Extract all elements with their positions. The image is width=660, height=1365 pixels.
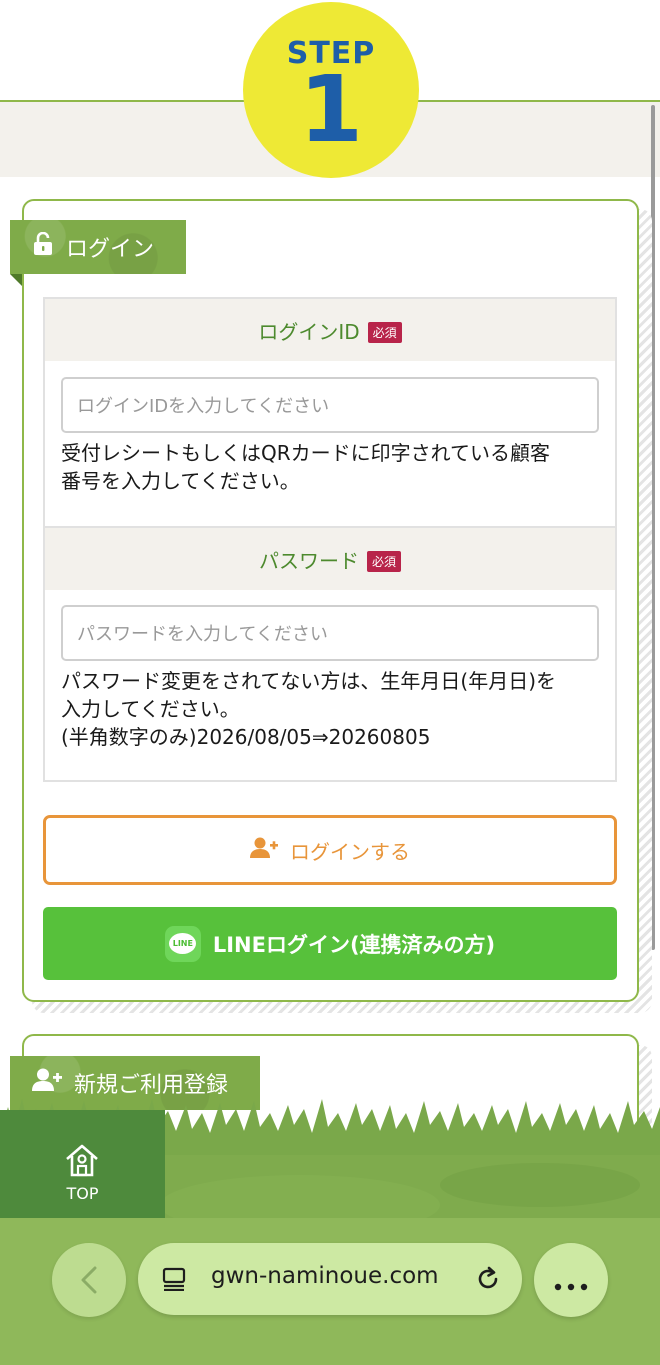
add-user-icon xyxy=(32,1068,62,1098)
back-arrow-icon xyxy=(78,1265,100,1299)
tabs-icon xyxy=(162,1267,188,1295)
top-button[interactable]: TOP xyxy=(0,1110,165,1218)
login-tag: ログイン xyxy=(10,220,186,274)
line-logo-text: LINE xyxy=(169,933,197,954)
login-id-header: ログインID 必須 xyxy=(45,299,615,361)
tag-fold xyxy=(10,274,22,286)
login-tag-label: ログイン xyxy=(66,237,155,262)
password-input[interactable]: パスワードを入力してください xyxy=(61,605,599,661)
login-id-placeholder: ログインIDを入力してください xyxy=(77,396,330,417)
login-button-label: ログインする xyxy=(290,839,410,864)
password-note-line2: 入力してください。 xyxy=(61,697,240,721)
line-login-button[interactable]: LINE LINEログイン(連携済みの方) xyxy=(43,907,617,980)
unlock-icon xyxy=(32,231,54,262)
required-badge: 必須 xyxy=(366,550,401,572)
back-button[interactable] xyxy=(52,1243,126,1317)
step-badge: STEP 1 xyxy=(243,2,419,178)
password-note-line1: パスワード変更をされてない方は、生年月日(年月日)を xyxy=(61,669,557,693)
password-note: パスワード変更をされてない方は、生年月日(年月日)を 入力してください。 (半角… xyxy=(61,667,601,751)
required-badge: 必須 xyxy=(367,321,402,343)
home-icon xyxy=(64,1142,100,1182)
login-id-label: ログインID xyxy=(258,319,360,344)
reload-icon[interactable] xyxy=(474,1265,502,1297)
login-id-note-line2: 番号を入力してください。 xyxy=(61,469,300,493)
login-button[interactable]: ログインする xyxy=(43,815,617,885)
top-button-label: TOP xyxy=(66,1184,99,1203)
line-logo-icon: LINE xyxy=(164,925,201,962)
add-user-icon xyxy=(250,837,278,864)
url-text: gwn-naminoue.com xyxy=(211,1263,439,1289)
more-options-button[interactable] xyxy=(534,1243,608,1317)
password-label: パスワード xyxy=(258,548,359,573)
login-id-note: 受付レシートもしくはQRカードに印字されている顧客 番号を入力してください。 xyxy=(61,439,601,495)
login-form: ログインID 必須 ログインIDを入力してください 受付レシートもしくはQRカー… xyxy=(43,297,617,782)
more-icon xyxy=(554,1276,588,1295)
login-id-note-line1: 受付レシートもしくはQRカードに印字されている顧客 xyxy=(61,441,551,465)
password-header: パスワード 必須 xyxy=(45,528,615,590)
password-note-line3: (半角数字のみ)2026/08/05⇒20260805 xyxy=(61,725,431,749)
login-id-input[interactable]: ログインIDを入力してください xyxy=(61,377,599,433)
step-number: 1 xyxy=(298,56,363,163)
password-placeholder: パスワードを入力してください xyxy=(77,624,328,645)
address-bar[interactable]: gwn-naminoue.com xyxy=(138,1243,522,1315)
line-login-label: LINEログイン(連携済みの方) xyxy=(212,932,496,957)
